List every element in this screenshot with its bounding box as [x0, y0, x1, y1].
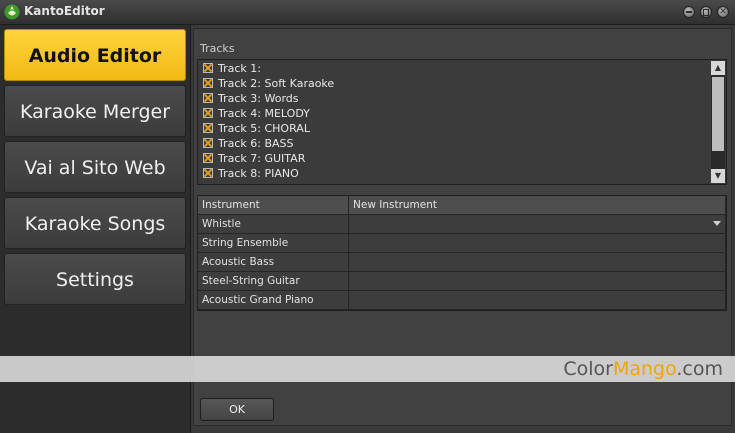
track-checkbox[interactable] — [203, 108, 213, 118]
list-item[interactable]: Track 3: Words — [203, 91, 299, 106]
new-instrument-dropdown[interactable] — [349, 215, 726, 234]
track-label: Track 5: CHORAL — [218, 122, 310, 135]
new-instrument-cell[interactable] — [349, 234, 726, 253]
list-item[interactable]: Track 2: Soft Karaoke — [203, 76, 334, 91]
window-title: KantoEditor — [24, 4, 105, 18]
list-item[interactable]: Track 6: BASS — [203, 136, 294, 151]
column-header-instrument: Instrument — [198, 196, 349, 215]
track-checkbox[interactable] — [203, 138, 213, 148]
instrument-cell: Whistle — [198, 215, 349, 234]
scroll-down-icon[interactable]: ▼ — [711, 169, 725, 183]
instrument-table: Instrument New Instrument Whistle String… — [197, 195, 727, 311]
maximize-icon — [703, 9, 709, 16]
close-button[interactable]: ✕ — [717, 6, 729, 18]
scroll-thumb[interactable] — [712, 77, 724, 151]
watermark-text: ColorMango.com — [563, 358, 723, 380]
instrument-cell: Steel-String Guitar — [198, 272, 349, 291]
list-item[interactable]: Track 8: PIANO — [203, 166, 299, 181]
sidebar-item-website[interactable]: Vai al Sito Web — [4, 141, 186, 193]
maximize-button[interactable] — [700, 6, 712, 18]
track-checkbox[interactable] — [203, 63, 213, 73]
minimize-icon — [686, 11, 692, 13]
minimize-button[interactable] — [683, 6, 695, 18]
track-checkbox[interactable] — [203, 78, 213, 88]
sidebar-item-audio-editor[interactable]: Audio Editor — [4, 29, 186, 81]
track-checkbox[interactable] — [203, 153, 213, 163]
table-row: String Ensemble — [198, 234, 726, 253]
tracks-list[interactable]: Track 1: Track 2: Soft Karaoke Track 3: … — [197, 59, 727, 185]
scroll-up-icon[interactable]: ▲ — [711, 61, 725, 75]
track-label: Track 8: PIANO — [218, 167, 299, 180]
ok-button[interactable]: OK — [200, 398, 274, 421]
list-item[interactable]: Track 5: CHORAL — [203, 121, 310, 136]
tracks-scrollbar[interactable]: ▲ ▼ — [711, 61, 725, 183]
chevron-down-icon[interactable] — [713, 221, 721, 226]
sidebar-item-karaoke-songs[interactable]: Karaoke Songs — [4, 197, 186, 249]
list-item[interactable]: Track 4: MELODY — [203, 106, 310, 121]
close-icon: ✕ — [719, 7, 727, 17]
app-logo-icon — [4, 4, 20, 20]
new-instrument-cell[interactable] — [349, 291, 726, 310]
new-instrument-cell[interactable] — [349, 272, 726, 291]
table-row: Acoustic Bass — [198, 253, 726, 272]
track-label: Track 3: Words — [218, 92, 299, 105]
list-item[interactable]: Track 7: GUITAR — [203, 151, 305, 166]
track-checkbox[interactable] — [203, 93, 213, 103]
title-bar: KantoEditor ✕ — [0, 0, 735, 25]
watermark: ColorMango.com — [0, 356, 735, 382]
tracks-label: Tracks — [200, 42, 235, 55]
sidebar-item-karaoke-merger[interactable]: Karaoke Merger — [4, 85, 186, 137]
track-label: Track 7: GUITAR — [218, 152, 306, 165]
new-instrument-cell[interactable] — [349, 253, 726, 272]
table-header: Instrument New Instrument — [198, 196, 726, 215]
column-header-new-instrument: New Instrument — [349, 196, 726, 215]
track-label: Track 1: — [218, 62, 261, 75]
table-row: Steel-String Guitar — [198, 272, 726, 291]
sidebar-item-settings[interactable]: Settings — [4, 253, 186, 305]
track-label: Track 2: Soft Karaoke — [218, 77, 335, 90]
track-label: Track 4: MELODY — [218, 107, 310, 120]
table-row: Whistle — [198, 215, 726, 234]
instrument-cell: Acoustic Grand Piano — [198, 291, 349, 310]
instrument-cell: Acoustic Bass — [198, 253, 349, 272]
track-checkbox[interactable] — [203, 123, 213, 133]
track-label: Track 6: BASS — [218, 137, 294, 150]
table-row: Acoustic Grand Piano — [198, 291, 726, 310]
track-checkbox[interactable] — [203, 168, 213, 178]
list-item[interactable]: Track 1: — [203, 61, 261, 76]
instrument-cell: String Ensemble — [198, 234, 349, 253]
